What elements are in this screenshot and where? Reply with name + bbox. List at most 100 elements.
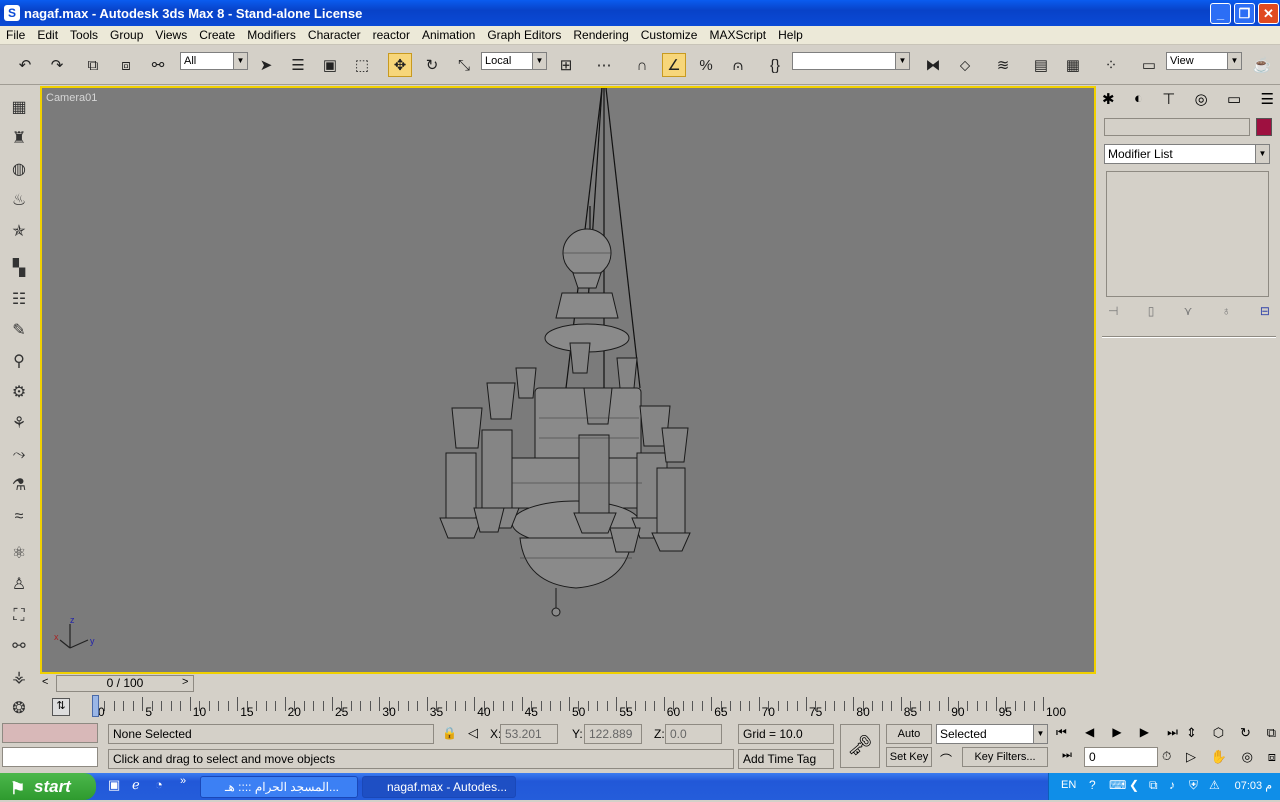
nurbs-icon[interactable]: ⚲ <box>7 350 31 374</box>
window-crossing-icon[interactable]: ⬚ <box>350 53 374 77</box>
mirror-axis-icon[interactable]: ⋯ <box>592 53 616 77</box>
internet-explorer-icon[interactable]: ℯ <box>132 777 140 793</box>
menu-rendering[interactable]: Rendering <box>567 28 634 42</box>
time-slider[interactable]: < 0 / 100 > <box>40 675 1098 693</box>
edit-named-selection-icon[interactable]: {} <box>763 53 787 77</box>
y-coordinate-field[interactable]: 122.889 <box>584 724 642 744</box>
unlink-icon[interactable]: ⧈ <box>114 53 138 77</box>
cloth-icon[interactable]: ⛶ <box>7 604 31 628</box>
lights-icon[interactable]: ♨ <box>7 189 31 213</box>
pin-stack-icon[interactable]: ⊣ <box>1108 304 1118 324</box>
x-coordinate-field[interactable]: 53.201 <box>500 724 558 744</box>
reference-coordinate-dropdown[interactable]: Local ▼ <box>481 52 547 70</box>
select-object-icon[interactable]: ➤ <box>254 53 278 77</box>
menu-reactor[interactable]: reactor <box>367 28 416 42</box>
curve-editor-icon[interactable]: ▤ <box>1029 53 1053 77</box>
set-key-big-icon[interactable]: 🗝 <box>840 724 880 768</box>
z-coordinate-field[interactable]: 0.0 <box>665 724 722 744</box>
redo-icon[interactable]: ↷ <box>45 53 69 77</box>
add-time-tag-button[interactable]: Add Time Tag <box>738 749 834 769</box>
show-end-result-icon[interactable]: ▯ <box>1148 304 1155 324</box>
prev-frame-arrow-icon[interactable]: < <box>42 676 48 688</box>
menu-group[interactable]: Group <box>104 28 149 42</box>
zoom-icon[interactable]: ⇕ <box>1186 725 1197 743</box>
compounds-icon[interactable]: ▚ <box>7 257 31 281</box>
dynamics-icon[interactable]: ⚙ <box>7 381 31 405</box>
start-button[interactable]: ⚑ start <box>0 773 96 800</box>
undo-icon[interactable]: ↶ <box>13 53 37 77</box>
restore-button[interactable]: ❐ <box>1234 3 1255 24</box>
menu-animation[interactable]: Animation <box>416 28 481 42</box>
select-link-icon[interactable]: ⧉ <box>81 53 105 77</box>
schematic-view-icon[interactable]: ▦ <box>1061 53 1085 77</box>
time-slider-thumb[interactable]: 0 / 100 <box>56 675 194 692</box>
configure-sets-icon[interactable]: ⊟ <box>1260 304 1270 324</box>
quick-render-icon[interactable]: ☕ <box>1250 53 1274 77</box>
object-name-field[interactable] <box>1104 118 1250 136</box>
menu-customize[interactable]: Customize <box>635 28 704 42</box>
pivot-center-icon[interactable]: ⊞ <box>554 53 578 77</box>
remove-modifier-icon[interactable]: ♁ <box>1222 304 1231 324</box>
menu-help[interactable]: Help <box>772 28 809 42</box>
select-move-icon[interactable]: ✥ <box>388 53 412 77</box>
key-mode-dropdown[interactable]: Selected ▼ <box>936 724 1048 744</box>
menu-file[interactable]: File <box>0 28 31 42</box>
mirror-icon[interactable]: ⧓ <box>921 53 945 77</box>
spinner-snap-icon[interactable]: ⩀ <box>726 53 750 77</box>
maxscript-listener-pink[interactable] <box>2 723 98 743</box>
next-frame-icon[interactable]: ▶ <box>1140 725 1149 743</box>
modifier-list-dropdown[interactable]: Modifier List ▼ <box>1104 144 1270 164</box>
selection-lock-icon[interactable]: 🔒 <box>442 726 457 740</box>
antivirus-icon[interactable]: ⚠ <box>1209 778 1220 792</box>
go-to-end-icon[interactable]: ⏭ <box>1167 725 1178 743</box>
current-frame-field[interactable]: 0 <box>1084 747 1158 767</box>
display-tab-icon[interactable]: ▭ <box>1227 90 1241 112</box>
network-icon[interactable]: ⧉ <box>1149 778 1158 793</box>
skin-icon[interactable]: ⚗ <box>7 474 31 498</box>
reactor-icon[interactable]: ⚛ <box>7 542 31 566</box>
zoom-extents-icon[interactable]: ⧉ <box>1267 725 1276 743</box>
go-to-start-icon[interactable]: ⏮ <box>1056 725 1067 743</box>
make-unique-icon[interactable]: ⋎ <box>1184 304 1193 324</box>
biped-icon[interactable]: ♙ <box>7 573 31 597</box>
key-mode-toggle-icon[interactable]: ⏭ <box>1062 749 1072 762</box>
render-view-dropdown[interactable]: View ▼ <box>1166 52 1242 70</box>
minimize-button[interactable]: _ <box>1210 3 1231 24</box>
patch-icon[interactable]: ✎ <box>7 319 31 343</box>
time-configuration-icon[interactable]: ⏱ <box>1162 749 1171 764</box>
menu-tools[interactable]: Tools <box>64 28 104 42</box>
extras-icon[interactable]: ♜ <box>7 127 31 151</box>
open-mini-curve-editor-icon[interactable]: ⇅ <box>52 698 70 716</box>
angle-snap-icon[interactable]: ∠ <box>662 53 686 77</box>
quicklaunch-overflow-icon[interactable]: » <box>180 775 186 787</box>
play-icon[interactable]: ▶ <box>1112 725 1121 743</box>
motion-tab-icon[interactable]: ◎ <box>1195 90 1208 112</box>
taskbar-item-3dsmax[interactable]: nagaf.max - Autodes... <box>362 776 516 798</box>
modifier-stack-list[interactable] <box>1106 171 1269 297</box>
quicklaunch-icon[interactable]: ◔ <box>155 777 163 792</box>
menu-character[interactable]: Character <box>302 28 367 42</box>
render-effects-icon[interactable]: ⚯ <box>7 635 31 659</box>
menu-create[interactable]: Create <box>193 28 241 42</box>
tray-arrow-icon[interactable]: ❮ <box>1129 778 1139 792</box>
wave-icon[interactable]: ≈ <box>7 505 31 529</box>
utilities-tab-icon[interactable]: ☰ <box>1260 90 1273 112</box>
align-icon[interactable]: ⬦ <box>953 53 977 77</box>
create-tab-icon[interactable]: ✱ <box>1102 90 1115 112</box>
maximize-viewport-icon[interactable]: ⧈ <box>1268 749 1276 767</box>
volume-icon[interactable]: ♪ <box>1169 778 1175 792</box>
menu-edit[interactable]: Edit <box>31 28 64 42</box>
absolute-mode-icon[interactable]: ◁ <box>468 725 478 741</box>
pan-icon[interactable]: ✋ <box>1211 749 1227 767</box>
menu-graph-editors[interactable]: Graph Editors <box>481 28 567 42</box>
help-icon[interactable]: ? <box>1089 778 1096 792</box>
shapes-icon[interactable]: ◍ <box>7 158 31 182</box>
select-by-name-icon[interactable]: ☰ <box>286 53 310 77</box>
selection-filter-dropdown[interactable]: All ▼ <box>180 52 248 70</box>
maxscript-listener-white[interactable] <box>2 747 98 767</box>
select-scale-icon[interactable]: ⤡ <box>452 53 476 77</box>
keyboard-icon[interactable]: ⌨ <box>1109 778 1126 792</box>
field-of-view-icon[interactable]: ▷ <box>1186 749 1196 767</box>
utilities-icon[interactable]: ❂ <box>7 697 31 721</box>
render-scene-icon[interactable]: ▭ <box>1137 53 1161 77</box>
